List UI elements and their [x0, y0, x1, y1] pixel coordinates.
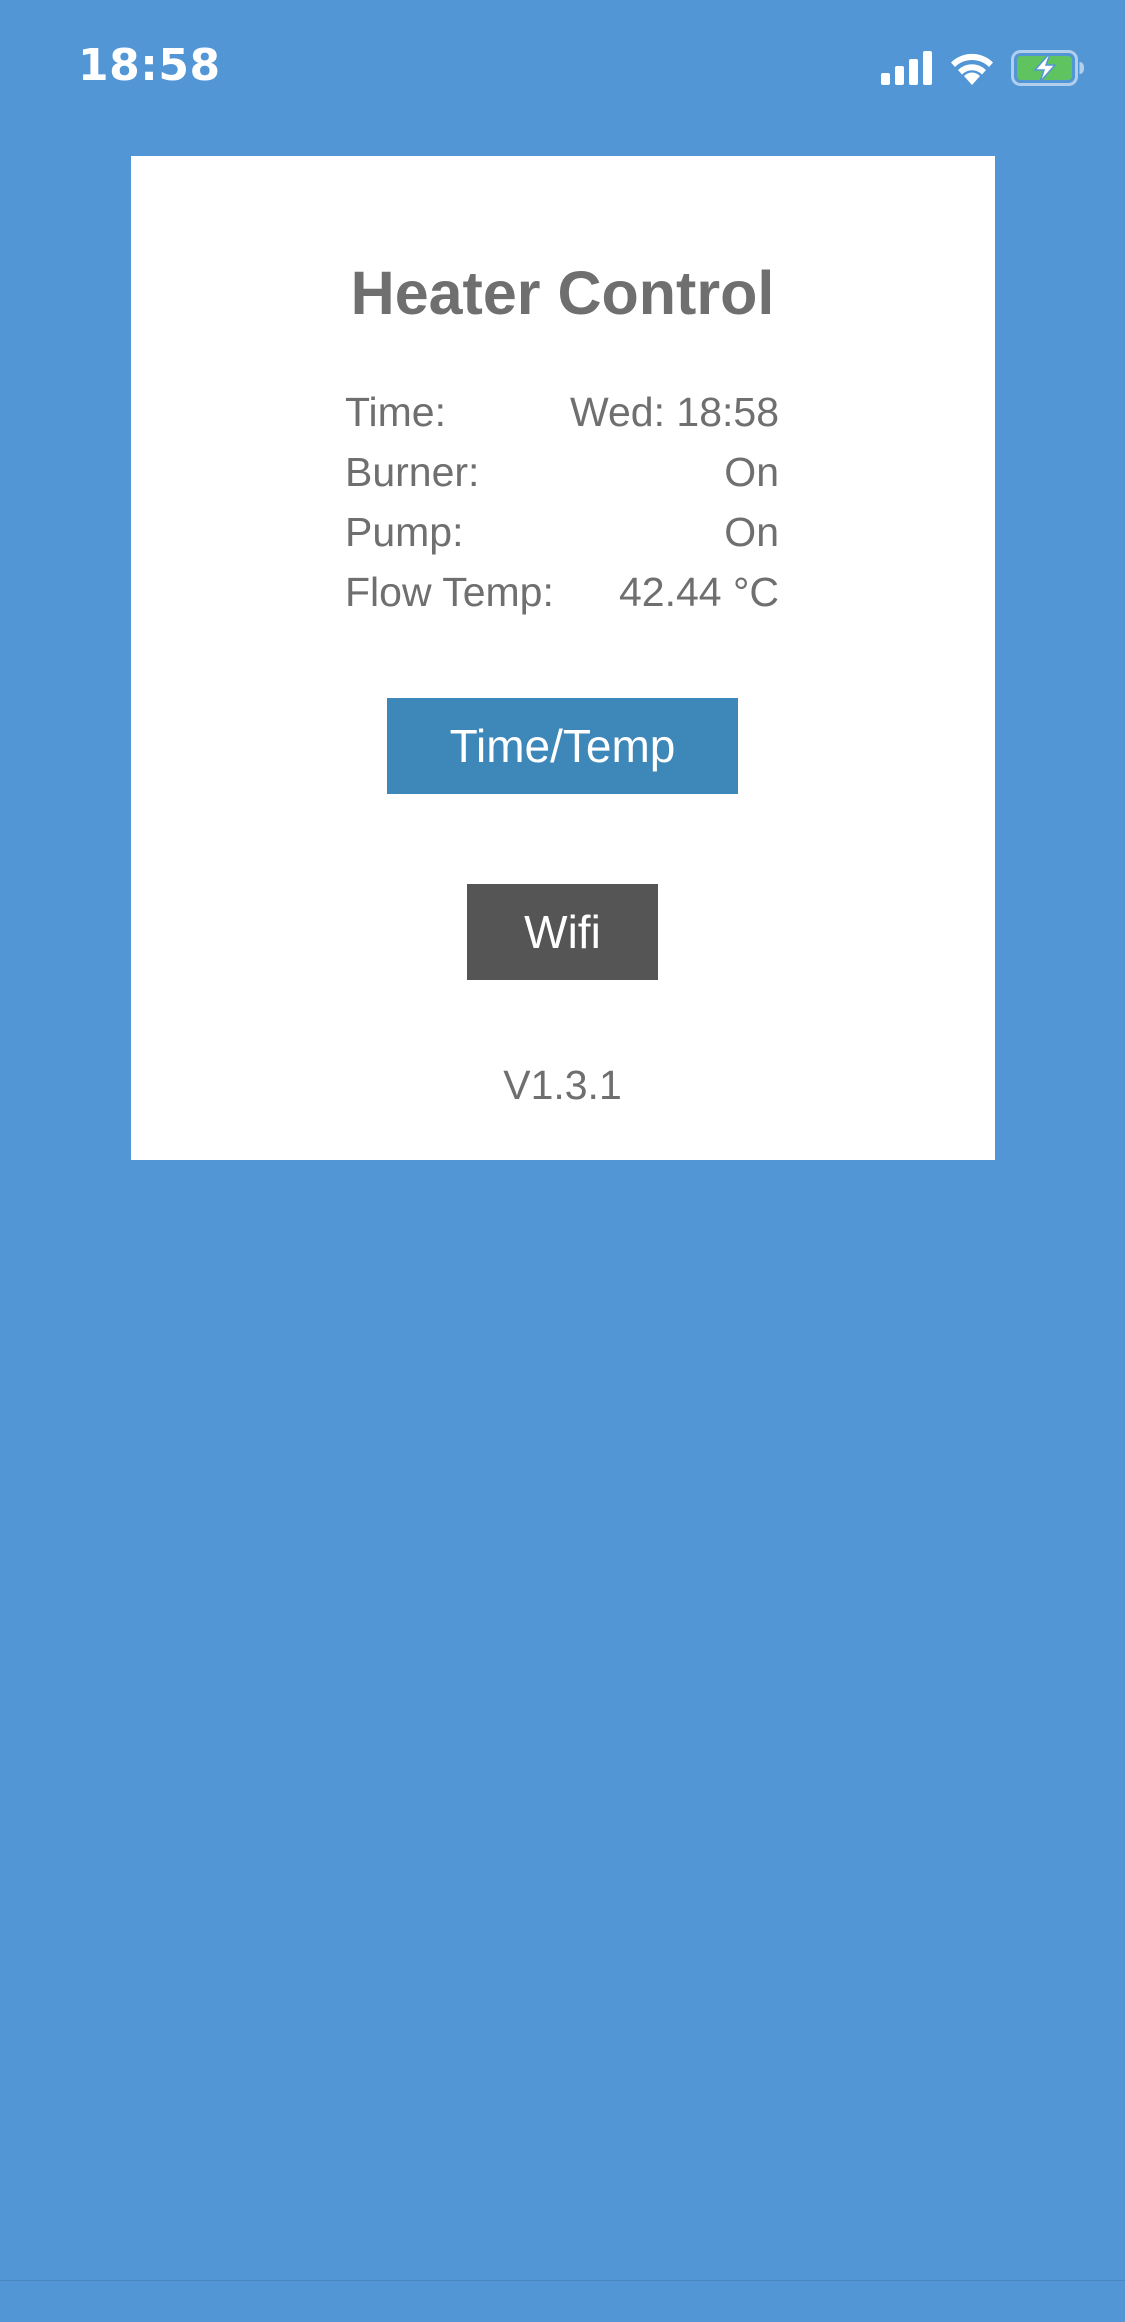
time-label: Time:: [345, 389, 446, 435]
info-row-flow-temp: Flow Temp: 42.44 °C: [345, 562, 779, 622]
flow-temp-label: Flow Temp:: [345, 569, 554, 615]
status-time: 18:58: [78, 40, 221, 91]
time-temp-button[interactable]: Time/Temp: [387, 698, 738, 794]
wifi-icon: [951, 53, 993, 85]
info-table: Time: Wed: 18:58 Burner: On Pump: On Flo…: [345, 382, 779, 622]
page-title: Heater Control: [350, 259, 775, 327]
wifi-button[interactable]: Wifi: [467, 884, 658, 980]
status-bar: 18:58: [0, 0, 1125, 130]
flow-temp-value: 42.44 °C: [619, 569, 779, 615]
status-icons: [881, 48, 1085, 88]
version-label: V1.3.1: [503, 1062, 622, 1108]
info-row-pump: Pump: On: [345, 502, 779, 562]
pump-value: On: [724, 509, 779, 555]
time-value: Wed: 18:58: [570, 389, 779, 435]
pump-label: Pump:: [345, 509, 464, 555]
info-row-burner: Burner: On: [345, 442, 779, 502]
info-row-time: Time: Wed: 18:58: [345, 382, 779, 442]
burner-value: On: [724, 449, 779, 495]
burner-label: Burner:: [345, 449, 480, 495]
cellular-signal-icon: [881, 51, 932, 85]
battery-charging-icon: [1011, 50, 1084, 86]
bottom-divider: [0, 2280, 1125, 2281]
